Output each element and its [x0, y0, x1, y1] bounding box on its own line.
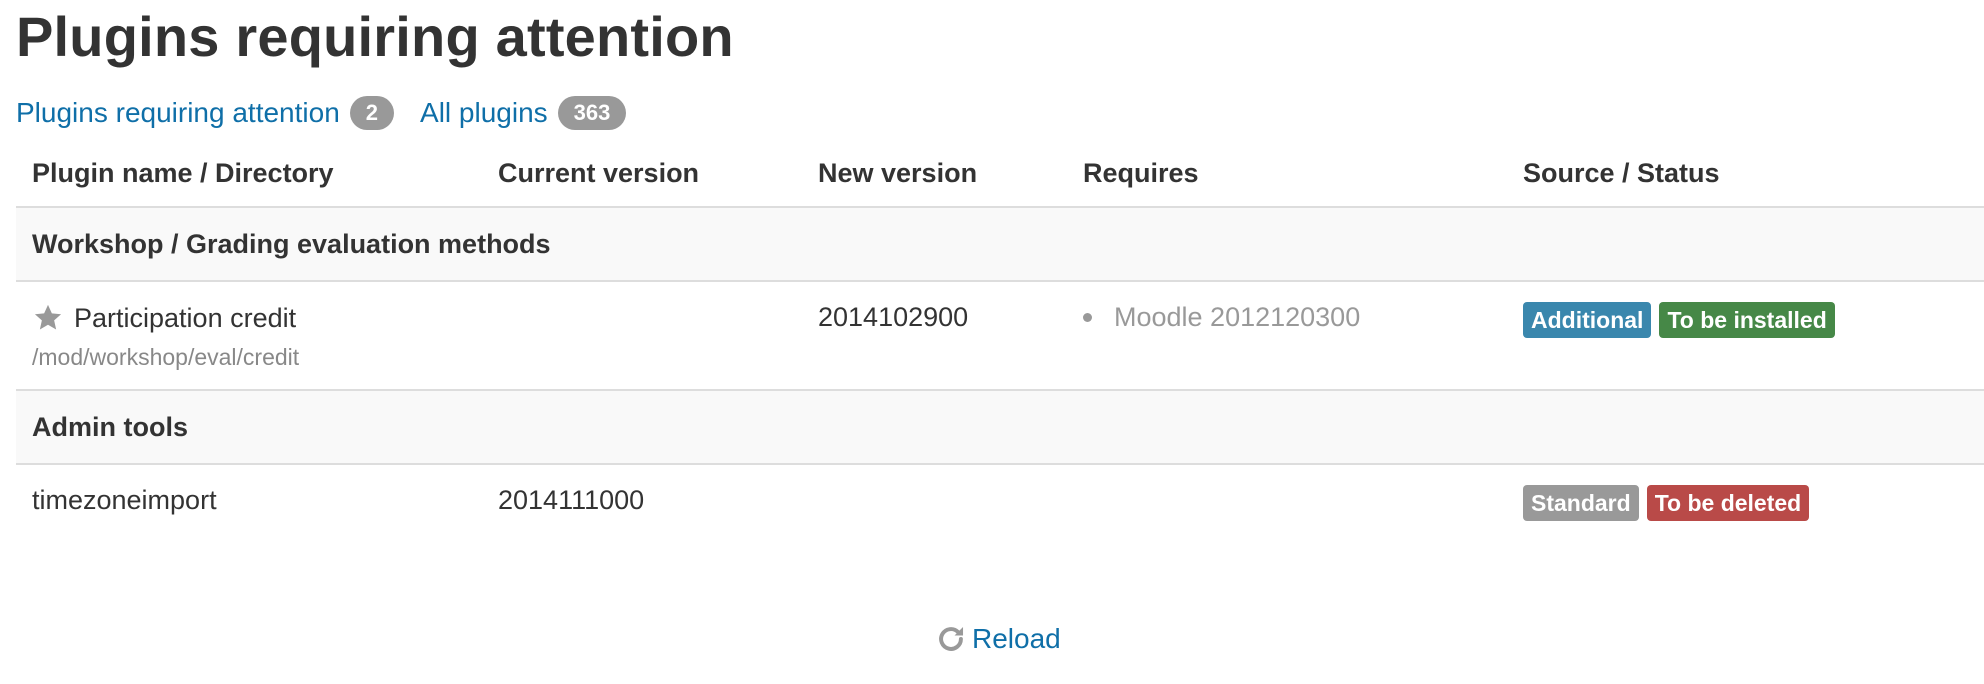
new-version-cell: 2014102900	[802, 281, 1067, 391]
table-header-row: Plugin name / Directory Current version …	[16, 140, 1984, 208]
source-badge: Additional	[1523, 302, 1652, 338]
column-header-source-status: Source / Status	[1507, 140, 1984, 208]
current-version-cell	[482, 281, 802, 391]
page-title: Plugins requiring attention	[16, 5, 734, 68]
column-header-plugin-name: Plugin name / Directory	[16, 140, 482, 208]
column-header-requires: Requires	[1067, 140, 1507, 208]
table-row: Participation credit /mod/workshop/eval/…	[16, 281, 1984, 391]
plugin-type-name: Admin tools	[16, 390, 1984, 465]
plugin-type-row: Admin tools	[16, 390, 1984, 465]
filter-tabs: Plugins requiring attention 2 All plugin…	[16, 96, 652, 130]
star-icon	[34, 304, 62, 330]
source-status-cell: Additional To be installed	[1507, 281, 1984, 391]
status-badge: To be deleted	[1646, 485, 1810, 521]
table-row: timezoneimport 2014111000 Standard To be …	[16, 464, 1984, 539]
requires-cell	[1067, 464, 1507, 539]
reload-icon	[939, 626, 964, 651]
plugin-name-cell: Participation credit /mod/workshop/eval/…	[16, 281, 482, 391]
current-version-cell: 2014111000	[498, 485, 645, 515]
new-version-cell	[802, 464, 1067, 539]
plugin-name-cell: timezoneimport	[16, 464, 482, 539]
filter-all-plugins[interactable]: All plugins 363	[420, 96, 627, 130]
filter-plugins-requiring-attention[interactable]: Plugins requiring attention 2	[16, 96, 395, 130]
bullet-icon	[1083, 313, 1092, 322]
plugins-table: Plugin name / Directory Current version …	[16, 140, 1984, 539]
requires-cell: Moodle 2012120300	[1067, 281, 1507, 391]
plugin-name: timezoneimport	[32, 485, 217, 515]
filter-label: All plugins	[420, 97, 548, 128]
source-status-cell: Standard To be deleted	[1507, 464, 1984, 539]
column-header-current-version: Current version	[482, 140, 802, 208]
count-badge: 2	[349, 96, 395, 130]
count-badge: 363	[557, 96, 627, 130]
plugin-directory: /mod/workshop/eval/credit	[32, 344, 300, 370]
plugin-type-name: Workshop / Grading evaluation methods	[16, 207, 1984, 282]
column-header-new-version: New version	[802, 140, 1067, 208]
source-badge: Standard	[1523, 485, 1639, 521]
filter-label: Plugins requiring attention	[16, 97, 340, 128]
requires-list: Moodle 2012120300	[1083, 302, 1491, 333]
plugin-name: Participation credit	[74, 302, 297, 333]
requirement-item: Moodle 2012120300	[1083, 302, 1491, 333]
plugin-type-row: Workshop / Grading evaluation methods	[16, 207, 1984, 282]
reload-button[interactable]: Reload	[934, 622, 1061, 656]
status-badge: To be installed	[1659, 302, 1835, 338]
requirement-text: Moodle 2012120300	[1114, 302, 1361, 332]
plugins-check-page: Plugins requiring attention Plugins requ…	[0, 0, 1984, 684]
reload-label: Reload	[972, 623, 1061, 654]
